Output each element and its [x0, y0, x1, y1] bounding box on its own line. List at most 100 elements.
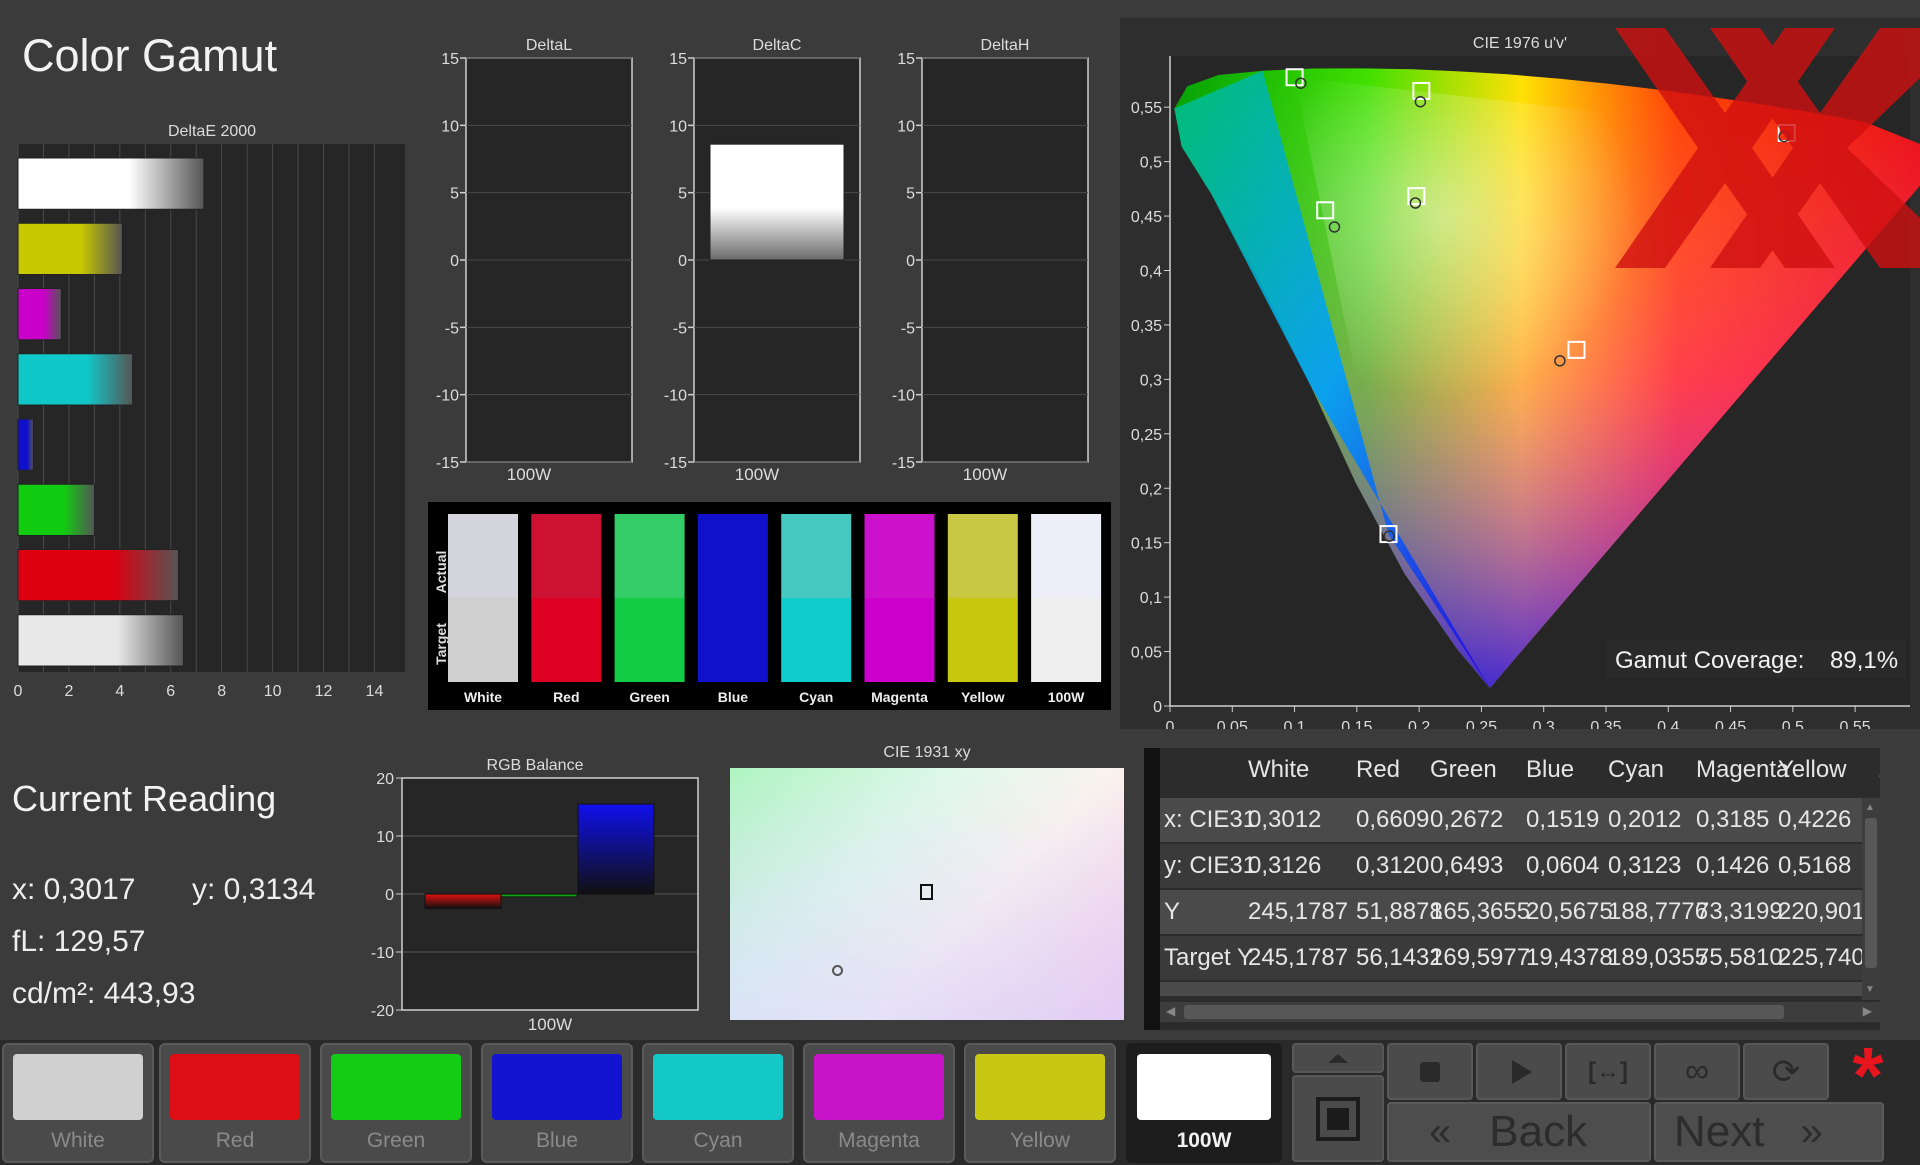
table-row-label: y: CIE31 — [1164, 852, 1257, 879]
square-stop-icon — [1316, 1096, 1360, 1141]
table-cell: 0,5168 — [1778, 852, 1852, 879]
delta-tick-label: -10 — [892, 388, 915, 405]
delta-bar — [709, 143, 845, 261]
target-swatch — [697, 598, 768, 682]
back-button-label: Back — [1489, 1107, 1588, 1156]
deltae-tick-label: 4 — [115, 683, 124, 700]
back-button[interactable]: « Back — [1387, 1102, 1651, 1162]
next-button[interactable]: Next » — [1654, 1102, 1884, 1162]
actual-swatch — [1031, 514, 1102, 598]
deltae-bar — [17, 549, 179, 602]
patch-button-label: White — [51, 1129, 105, 1152]
table-row: Target Y 245,1787 56,1432 169,5977 19,4378 18… — [1160, 936, 1880, 980]
rgb-tick-label: 20 — [376, 771, 394, 788]
delta-tick-label: -15 — [892, 455, 915, 472]
deltae-tick-label: 8 — [217, 683, 226, 700]
table-cell: 245,1787 — [1248, 944, 1349, 971]
cie1976-y-tick: 0,45 — [1131, 209, 1162, 226]
table-cell: 20,5675 — [1526, 898, 1613, 925]
table-row: y: CIE31 0,3126 0,3120 0,6493 0,0604 0,3123 0,… — [1160, 844, 1880, 888]
page-title: Color Gamut — [22, 30, 278, 81]
table-cell: 73,3199 — [1696, 898, 1783, 925]
actual-swatch — [947, 514, 1018, 598]
refresh-button[interactable]: ⟳ — [1743, 1043, 1829, 1100]
patch-button-green[interactable]: Green — [320, 1043, 472, 1163]
cie1931-title: CIE 1931 xy — [883, 744, 971, 761]
table-cell: 0,2672 — [1430, 806, 1504, 833]
actual-swatch — [697, 514, 768, 598]
table-horizontal-scrollbar[interactable]: ◀ ▶ — [1160, 1002, 1880, 1022]
up-arrow-button[interactable] — [1292, 1043, 1384, 1073]
gamut-coverage-label: Gamut Coverage: — [1615, 647, 1804, 674]
table-column-header: Cyan — [1608, 756, 1665, 783]
reading-fl: fL: 129,57 — [12, 925, 146, 958]
delta-tick-label: -10 — [664, 388, 687, 405]
swatch-label: Cyan — [799, 689, 833, 705]
patch-swatch — [170, 1054, 300, 1120]
cie1976-x-tick: 0,4 — [1657, 719, 1679, 729]
gamut-coverage-value: 89,1% — [1830, 647, 1898, 674]
patch-button-magenta[interactable]: Magenta — [803, 1043, 955, 1163]
patch-button-white[interactable]: White — [2, 1043, 154, 1163]
continuous-button[interactable]: ∞ — [1654, 1043, 1740, 1100]
table-cell: 0,2012 — [1608, 806, 1682, 833]
table-cell: 0,3185 — [1696, 806, 1770, 833]
table-vertical-scrollbar[interactable]: ▲ ▼ — [1862, 798, 1880, 1000]
table-cell: 0,3012 — [1248, 806, 1322, 833]
actual-swatch — [531, 514, 602, 598]
deltae-tick-label: 12 — [315, 683, 333, 700]
table-column-header: Magenta — [1696, 756, 1790, 783]
reading-y: y: 0,3134 — [192, 873, 316, 906]
cie1931-target-marker — [920, 884, 933, 900]
refresh-icon: ⟳ — [1771, 1052, 1801, 1091]
table-cell: 0,1426 — [1696, 852, 1770, 879]
cie1976-y-tick: 0,35 — [1131, 318, 1162, 335]
rgb-tick-label: 10 — [376, 829, 394, 846]
delta-tick-label: 10 — [669, 118, 687, 135]
patch-button-red[interactable]: Red — [159, 1043, 311, 1163]
cie1976-x-tick: 0,05 — [1217, 719, 1248, 729]
delta-tick-label: 5 — [450, 186, 459, 203]
patch-swatch — [492, 1054, 622, 1120]
patch-button-label: Green — [366, 1129, 426, 1152]
swatch-label: Magenta — [871, 689, 928, 705]
deltae-bar — [17, 222, 123, 275]
target-swatch — [864, 598, 935, 682]
patch-button-label: Blue — [535, 1129, 579, 1152]
swatch-strip-svg: Actual Target White Red Green Blue Cyan Magen… — [433, 514, 1102, 705]
delta-chart-title: DeltaH — [981, 37, 1030, 54]
stop-record-button[interactable] — [1292, 1075, 1384, 1162]
double-chevron-left-icon: « — [1429, 1109, 1452, 1154]
patch-button-100w[interactable]: 100W — [1126, 1043, 1282, 1163]
table-cell: 188,7776 — [1608, 898, 1709, 925]
table-cell: 0,3120 — [1356, 852, 1430, 879]
patch-swatch — [13, 1054, 143, 1120]
deltae-bar — [17, 288, 62, 341]
table-cell: 75,5810 — [1696, 944, 1783, 971]
delta-tick-label: 5 — [906, 186, 915, 203]
measure-interval-button[interactable]: [↔] — [1565, 1043, 1651, 1100]
target-swatch — [947, 598, 1018, 682]
table-cell: 245,1787 — [1248, 898, 1349, 925]
patch-button-blue[interactable]: Blue — [481, 1043, 633, 1163]
target-swatch — [614, 598, 685, 682]
cie1976-title: CIE 1976 u'v' — [1473, 35, 1567, 52]
table-column-header: White — [1248, 756, 1310, 783]
cie1976-x-tick: 0,15 — [1341, 719, 1372, 729]
rgb-tick-label: 0 — [385, 887, 394, 904]
cie1976-x-tick: 0,1 — [1283, 719, 1305, 729]
table-row-label: Y — [1164, 898, 1181, 925]
asterisk-icon[interactable]: * — [1838, 1036, 1898, 1116]
delta-charts: DeltaL 15 10 5 0 -5 -10 -15 100W DeltaC 15 10 5 0 -5 -1… — [436, 37, 1089, 484]
deltae-chart: DeltaE 2000 0 2 4 6 8 10 12 14 — [14, 123, 405, 700]
patch-swatch — [975, 1054, 1105, 1120]
patch-button-cyan[interactable]: Cyan — [642, 1043, 794, 1163]
table-cell: 19,4378 — [1526, 944, 1613, 971]
play-button[interactable] — [1476, 1043, 1562, 1100]
stop-button[interactable] — [1387, 1043, 1473, 1100]
delta-tick-label: 0 — [906, 253, 915, 270]
next-button-label: Next — [1674, 1107, 1765, 1156]
patch-button-yellow[interactable]: Yellow — [964, 1043, 1116, 1163]
table-cell: 0,3126 — [1248, 852, 1322, 879]
rgb-balance-xlabel: 100W — [528, 1015, 572, 1034]
